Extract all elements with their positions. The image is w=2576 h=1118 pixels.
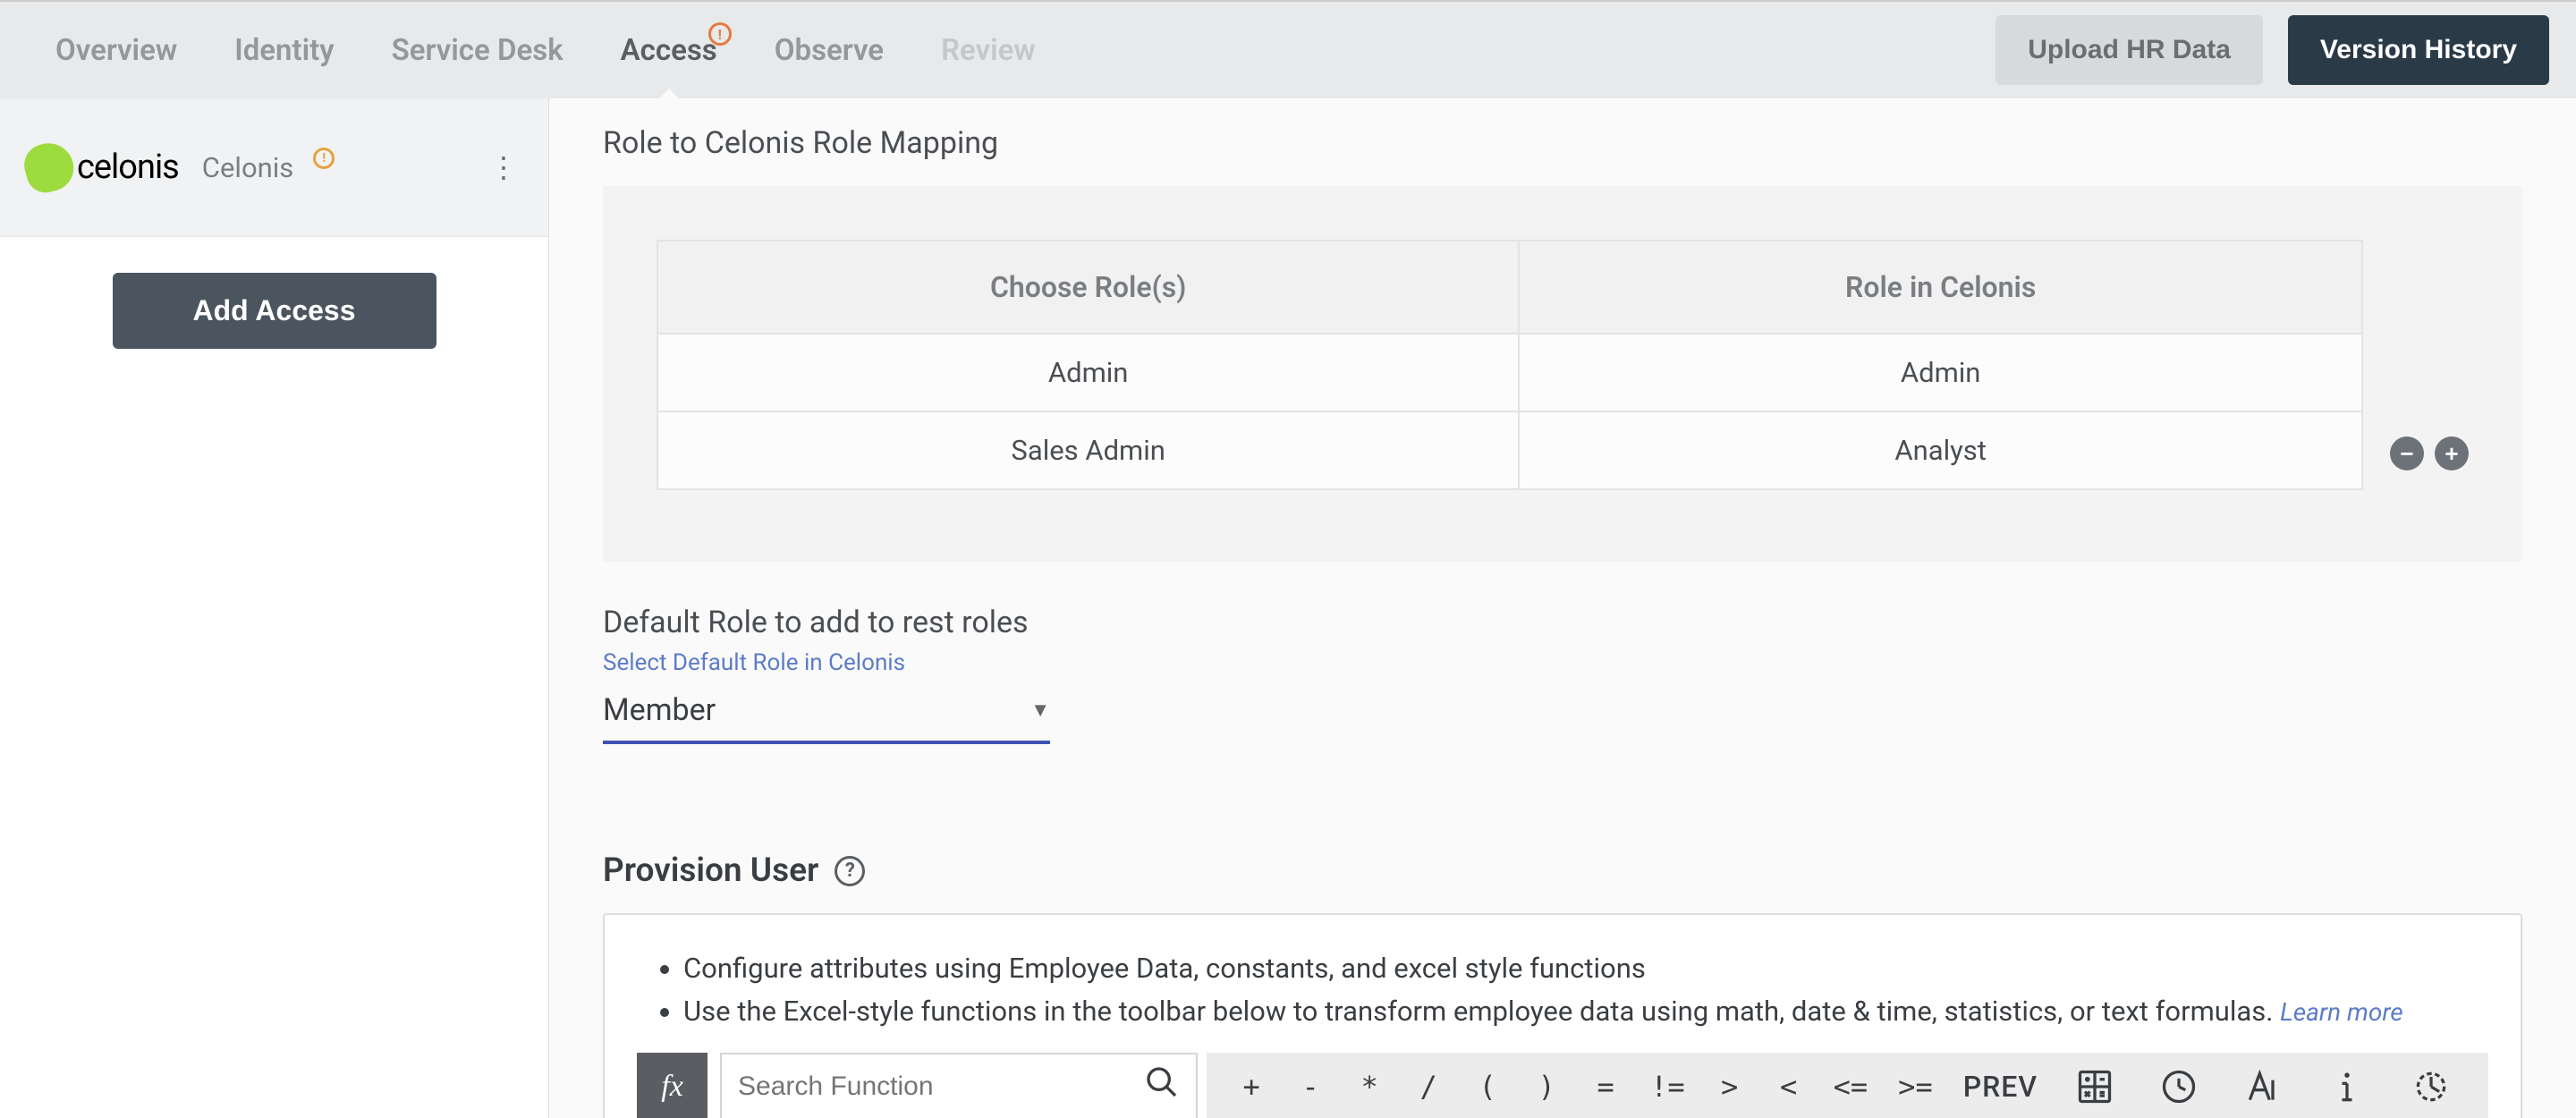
sidebar-item-label: Celonis — [202, 151, 294, 184]
top-nav: Overview Identity Service Desk Access ! … — [0, 0, 2576, 98]
datetime-category-icon[interactable] — [2140, 1053, 2218, 1118]
function-search-wrap — [720, 1053, 1198, 1118]
sidebar: celonis Celonis ! ⋮ Add Access — [0, 98, 549, 1118]
celonis-blob-icon — [20, 138, 79, 197]
op-eq[interactable]: = — [1579, 1053, 1632, 1118]
celonis-logo: celonis — [25, 143, 179, 191]
default-role-select[interactable]: Member ▼ — [603, 680, 1050, 744]
tab-overview[interactable]: Overview — [27, 1, 206, 99]
op-lt[interactable]: < — [1762, 1053, 1816, 1118]
tab-identity[interactable]: Identity — [206, 1, 362, 99]
upload-hr-data-button[interactable]: Upload HR Data — [1996, 15, 2263, 85]
tab-access[interactable]: Access ! — [592, 1, 746, 99]
role-mapping-title: Role to Celonis Role Mapping — [603, 125, 2522, 161]
cell-target-role[interactable]: Analyst — [1519, 411, 2362, 489]
chevron-down-icon: ▼ — [1030, 699, 1050, 722]
info-category-icon[interactable] — [2308, 1053, 2386, 1118]
provision-card: Configure attributes using Employee Data… — [603, 913, 2522, 1118]
op-lte[interactable]: <= — [1821, 1053, 1881, 1118]
default-role-title: Default Role to add to rest roles — [603, 605, 2522, 640]
op-gt[interactable]: > — [1703, 1053, 1757, 1118]
alert-icon: ! — [708, 22, 732, 46]
op-lparen[interactable]: ( — [1461, 1053, 1514, 1118]
tab-observe[interactable]: Observe — [746, 1, 912, 99]
provision-info-list: Configure attributes using Employee Data… — [637, 947, 2488, 1033]
cell-source-role[interactable]: Sales Admin — [657, 411, 1519, 489]
provision-title: Provision User — [603, 851, 818, 890]
default-role-value: Member — [603, 692, 716, 728]
function-search-input[interactable] — [738, 1071, 1144, 1102]
formula-toolbar: fx + - * / ( ) = != > < — [637, 1053, 2488, 1118]
role-mapping-table: Choose Role(s) Role in Celonis Admin Adm… — [657, 240, 2363, 490]
main-content: Role to Celonis Role Mapping Choose Role… — [549, 98, 2576, 1118]
version-history-button[interactable]: Version History — [2288, 15, 2549, 85]
topbar-actions: Upload HR Data Version History — [1996, 15, 2549, 85]
add-row-button[interactable]: + — [2435, 436, 2469, 470]
op-prev[interactable]: PREV — [1951, 1053, 2050, 1118]
row-actions: − + — [2390, 436, 2469, 470]
tab-review: Review — [912, 1, 1064, 99]
add-access-button[interactable]: Add Access — [113, 273, 436, 349]
col-choose-roles: Choose Role(s) — [657, 241, 1519, 334]
add-access-wrap: Add Access — [0, 237, 548, 385]
remove-row-button[interactable]: − — [2390, 436, 2424, 470]
col-role-in-celonis: Role in Celonis — [1519, 241, 2362, 334]
tab-access-label: Access — [621, 33, 717, 68]
cell-source-role[interactable]: Admin — [657, 334, 1519, 411]
kebab-menu-icon[interactable]: ⋮ — [484, 148, 523, 187]
provision-header: Provision User ? — [603, 851, 2522, 890]
operator-bar: + - * / ( ) = != > < <= >= PREV — [1207, 1053, 2488, 1118]
default-role-block: Default Role to add to rest roles Select… — [603, 605, 2522, 744]
op-minus[interactable]: - — [1284, 1053, 1337, 1118]
list-item: Configure attributes using Employee Data… — [683, 947, 2488, 990]
statistics-category-icon[interactable] — [2392, 1053, 2470, 1118]
op-divide[interactable]: / — [1402, 1053, 1455, 1118]
list-item: Use the Excel-style functions in the too… — [683, 990, 2488, 1033]
table-row[interactable]: Sales Admin Analyst — [657, 411, 2362, 489]
role-mapping-card: Choose Role(s) Role in Celonis Admin Adm… — [603, 186, 2522, 562]
table-row[interactable]: Admin Admin — [657, 334, 2362, 411]
main-tabs: Overview Identity Service Desk Access ! … — [27, 1, 1064, 99]
sidebar-item-celonis[interactable]: celonis Celonis ! ⋮ — [0, 98, 548, 237]
learn-more-link[interactable]: Learn more — [2280, 997, 2403, 1027]
cell-target-role[interactable]: Admin — [1519, 334, 2362, 411]
fx-icon: fx — [637, 1053, 708, 1118]
op-gte[interactable]: >= — [1885, 1053, 1945, 1118]
search-icon[interactable] — [1144, 1064, 1180, 1109]
op-rparen[interactable]: ) — [1520, 1053, 1573, 1118]
celonis-logo-text: celonis — [77, 148, 179, 187]
math-category-icon[interactable] — [2055, 1053, 2134, 1118]
op-multiply[interactable]: * — [1343, 1053, 1396, 1118]
text-category-icon[interactable] — [2224, 1053, 2302, 1118]
tab-service-desk[interactable]: Service Desk — [363, 1, 592, 99]
op-plus[interactable]: + — [1224, 1053, 1278, 1118]
help-icon[interactable]: ? — [835, 856, 865, 886]
list-item-text: Use the Excel-style functions in the too… — [683, 995, 2280, 1028]
op-neq[interactable]: != — [1638, 1053, 1698, 1118]
default-role-hint: Select Default Role in Celonis — [603, 649, 2522, 676]
warning-icon: ! — [313, 148, 335, 169]
